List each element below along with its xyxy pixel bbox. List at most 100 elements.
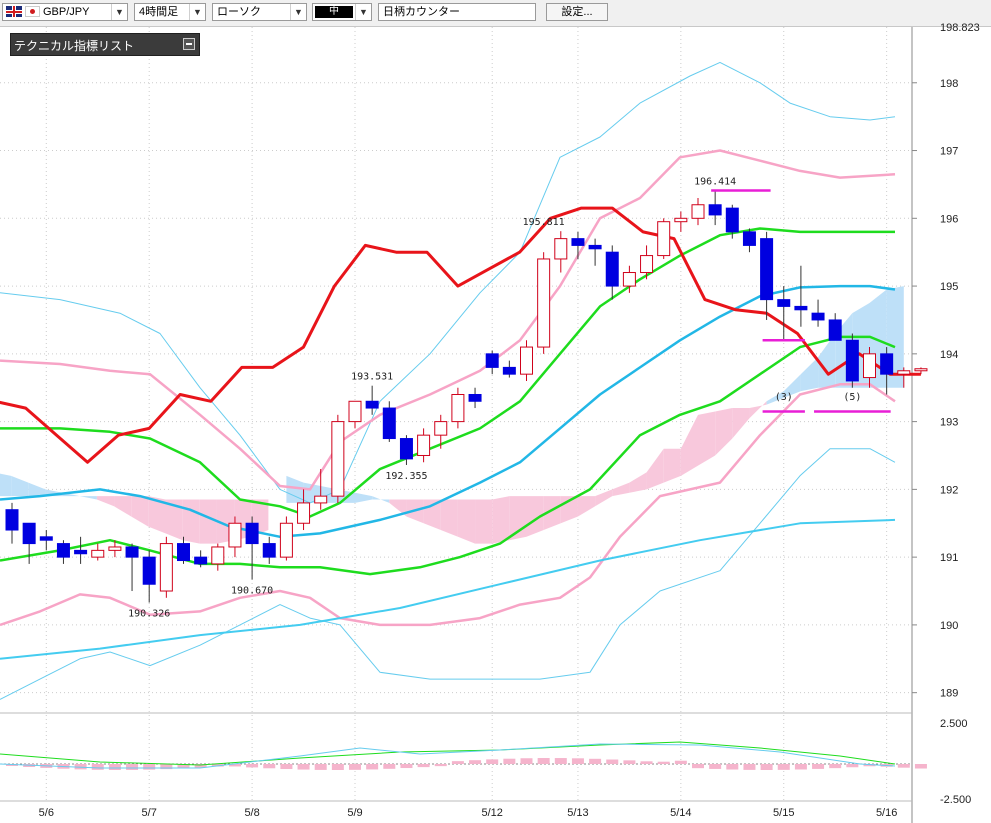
price-tick-label: 198 — [940, 78, 958, 90]
cloud-segment — [732, 408, 750, 439]
osc-bar — [469, 760, 482, 764]
osc-bar — [571, 758, 584, 764]
cloud-segment — [680, 414, 698, 476]
osc-bar — [280, 764, 293, 770]
cloud-segment — [182, 499, 200, 544]
bear-candle — [468, 393, 482, 402]
cloud-segment — [800, 357, 819, 392]
indicator-list-panel[interactable]: テクニカル指標リスト — [10, 33, 200, 56]
bull-candle — [91, 549, 105, 558]
osc-bar — [297, 764, 310, 770]
cloud-segment — [372, 496, 390, 503]
bull-candle — [279, 522, 293, 558]
indicator-lines — [0, 61, 921, 700]
bull-candle — [914, 368, 928, 372]
osc-bar — [589, 758, 602, 764]
bear-candle — [708, 204, 722, 216]
cloud-segment — [11, 475, 29, 497]
date-tick-label: 5/9 — [347, 807, 362, 819]
osc-bar — [246, 764, 259, 768]
cloud-segment — [749, 401, 767, 419]
osc-bar — [846, 764, 859, 768]
osc-bar — [537, 758, 550, 764]
osc-bar — [108, 764, 121, 770]
bull-candle — [417, 434, 431, 456]
price-annotations: 190.326 190.670 193.531 192.355 195.811 196.4… — [128, 177, 891, 620]
osc-bar — [143, 764, 156, 770]
price-tick-label: 195 — [940, 281, 958, 293]
top-price-label: 198.823 — [940, 22, 980, 34]
chart-grid — [0, 27, 913, 823]
price-tick-label: 190 — [940, 620, 958, 632]
cloud-segment — [199, 499, 217, 544]
osc-bar — [520, 758, 533, 764]
cloud-segment — [440, 499, 458, 537]
osc-bar — [417, 764, 430, 768]
bear-candle — [725, 207, 739, 233]
cloud-segment — [355, 492, 373, 503]
osc-bar — [674, 760, 687, 764]
cloud-segment — [715, 408, 733, 456]
osc-bar — [486, 759, 499, 764]
bull-candle — [554, 238, 568, 260]
bear-candle — [125, 546, 139, 558]
bear-candle — [194, 556, 208, 565]
date-tick-label: 5/14 — [670, 807, 691, 819]
bull-candle — [537, 258, 551, 348]
osc-bar — [366, 764, 379, 770]
osc-bar — [623, 760, 636, 764]
osc-bar — [383, 764, 396, 769]
bear-candle — [177, 543, 190, 562]
osc-bar — [829, 764, 842, 769]
bear-candle — [845, 339, 859, 382]
price-annotation: 190.326 — [128, 609, 170, 620]
price-tick-label: 192 — [940, 484, 958, 496]
bull-candle — [691, 204, 705, 219]
cloud-segment — [663, 448, 681, 483]
date-tick-label: 5/13 — [567, 807, 588, 819]
bear-candle — [828, 319, 842, 341]
osc-bar — [812, 764, 825, 769]
osc-bar — [503, 758, 516, 764]
price-tick-label: 191 — [940, 552, 958, 564]
cloud-segment — [612, 482, 630, 497]
osc-bar — [331, 764, 344, 770]
date-tick-label: 5/6 — [39, 807, 54, 819]
date-tick-label: 5/15 — [773, 807, 794, 819]
cloud-segment — [595, 489, 613, 507]
osc-bar — [91, 764, 104, 770]
date-tick-label: 5/8 — [244, 807, 259, 819]
price-annotation: (5) — [843, 392, 861, 403]
bear-candle — [245, 522, 259, 545]
date-tick-label: 5/7 — [142, 807, 157, 819]
sub-oscillator: 2.500 -2.500 — [0, 718, 971, 806]
bear-candle — [571, 238, 585, 246]
bear-candle — [880, 353, 894, 375]
osc-lower-label: -2.500 — [940, 794, 971, 806]
bull-candle — [434, 421, 448, 436]
bull-candle — [657, 221, 671, 257]
price-tick-label: 194 — [940, 349, 958, 361]
price-chart[interactable]: 198 197 196 195 194 193 192 191 190 189 198.823 5/… — [0, 0, 991, 823]
bear-candle — [588, 244, 602, 250]
osc-bar — [640, 761, 653, 764]
bear-candle — [742, 231, 756, 246]
cloud-segment — [475, 499, 493, 544]
minimize-icon[interactable] — [183, 38, 195, 50]
cloud-segment — [698, 411, 716, 466]
osc-bar — [126, 764, 139, 770]
cloud-segment — [457, 499, 476, 544]
bull-candle — [314, 495, 328, 504]
cloud-segment — [131, 496, 149, 527]
price-annotation: 196.414 — [694, 177, 736, 188]
cloud-segment — [0, 473, 12, 497]
osc-signal-line — [0, 741, 896, 766]
bear-candle — [794, 305, 808, 311]
osc-bar — [314, 764, 327, 770]
bull-candle — [108, 546, 122, 551]
price-annotation: 190.670 — [231, 586, 273, 597]
cloud-segment — [79, 496, 97, 500]
bull-candle — [211, 546, 225, 565]
bear-candle — [74, 549, 88, 555]
price-annotation: 195.811 — [523, 217, 565, 228]
